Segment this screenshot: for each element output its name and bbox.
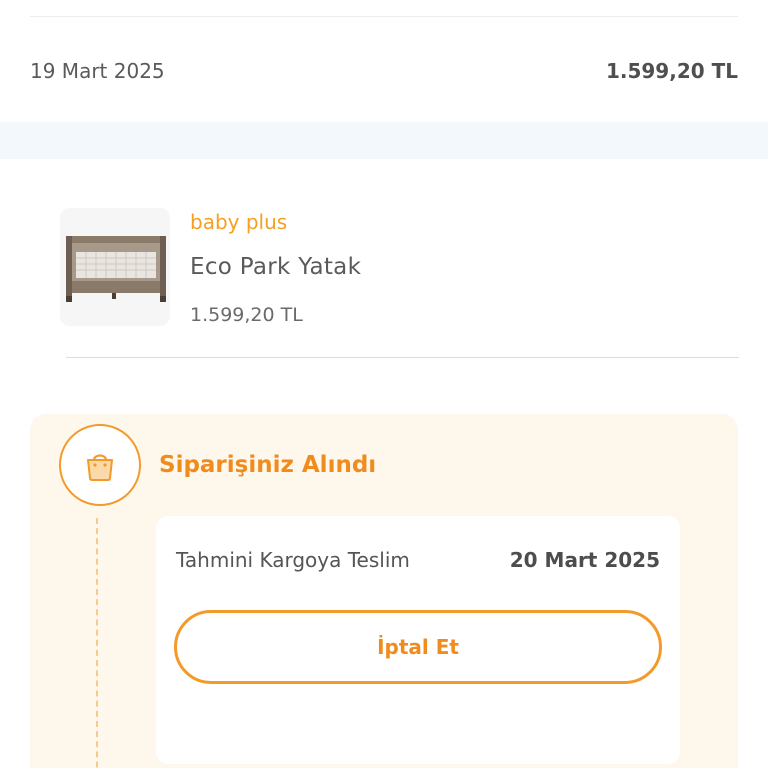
timeline-dashed-line (96, 518, 98, 768)
product-price: 1.599,20 TL (190, 304, 303, 326)
product-brand[interactable]: baby plus (190, 210, 287, 234)
eta-label: Tahmini Kargoya Teslim (176, 548, 410, 572)
status-title: Siparişiniz Alındı (159, 452, 377, 478)
top-divider (30, 16, 738, 17)
shopping-bag-icon (87, 454, 113, 481)
product-divider (66, 357, 739, 358)
order-total: 1.599,20 TL (605, 59, 738, 83)
status-detail-box: Tahmini Kargoya Teslim 20 Mart 2025 İpta… (156, 516, 680, 764)
order-status-card: Siparişiniz Alındı Tahmini Kargoya Tesli… (30, 414, 738, 768)
product-item[interactable]: baby plus Eco Park Yatak 1.599,20 TL (60, 208, 740, 328)
product-thumbnail[interactable] (60, 208, 170, 326)
status-step-circle (59, 424, 141, 506)
product-name[interactable]: Eco Park Yatak (190, 254, 361, 280)
order-summary-row: 19 Mart 2025 1.599,20 TL (30, 56, 738, 86)
eta-date: 20 Mart 2025 (509, 548, 660, 572)
playpen-product-image (60, 208, 170, 326)
cancel-order-button[interactable]: İptal Et (174, 610, 662, 684)
section-separator-band (0, 122, 768, 159)
order-date: 19 Mart 2025 (30, 59, 165, 83)
